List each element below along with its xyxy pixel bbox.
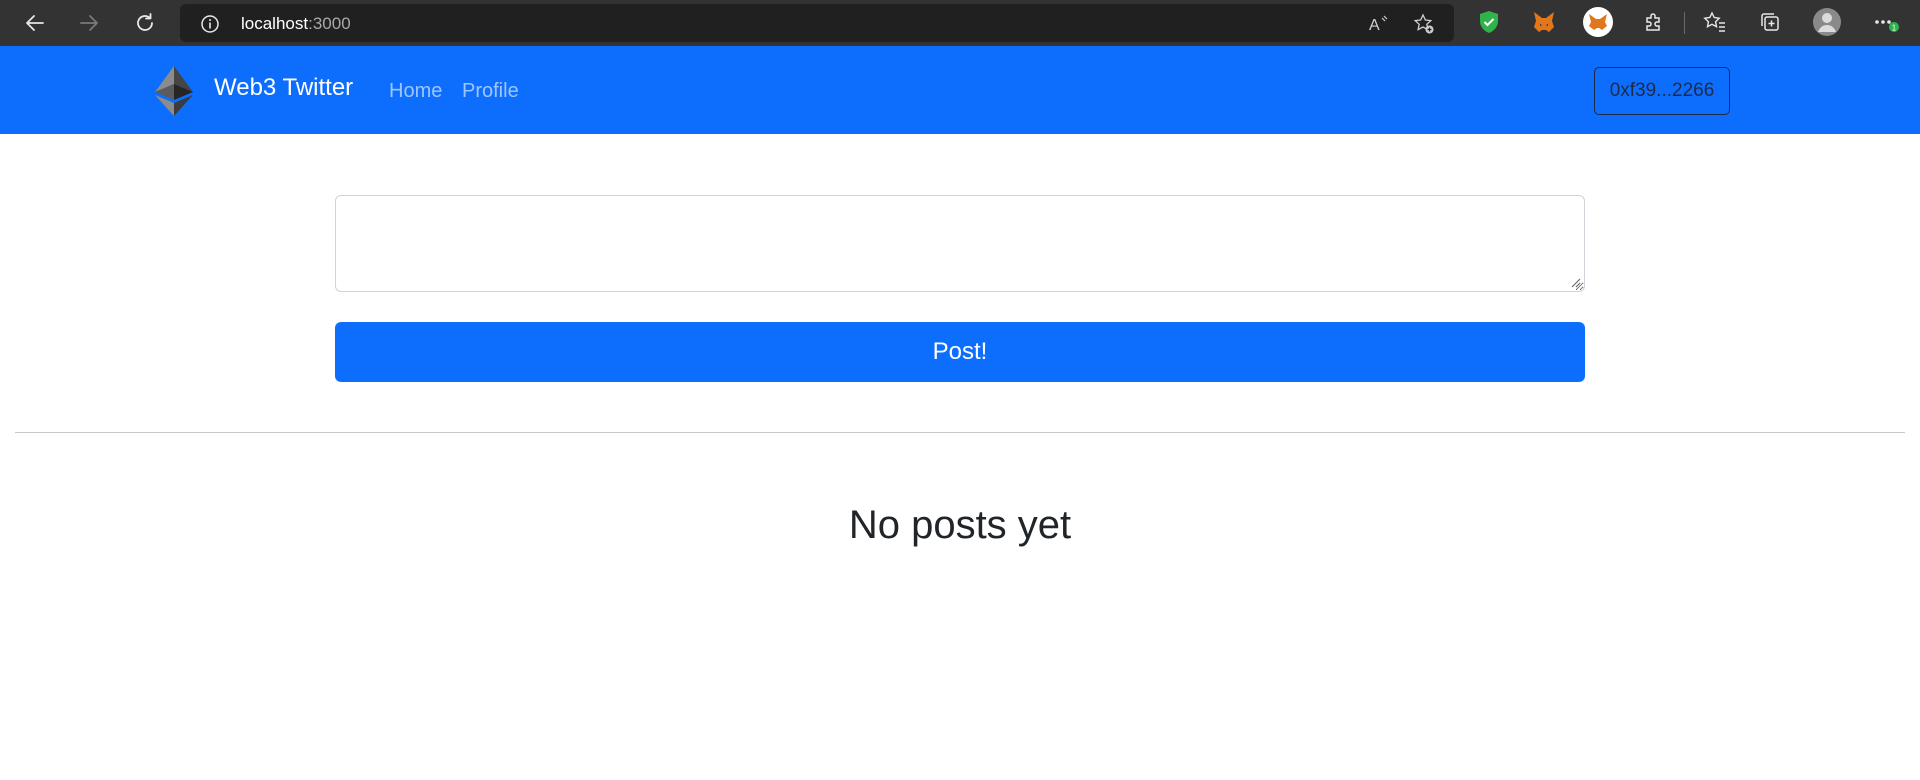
url-text[interactable]: localhost:3000 <box>241 14 351 34</box>
resize-handle-icon[interactable] <box>1569 276 1581 288</box>
url-port: :3000 <box>308 14 351 33</box>
url-host: localhost <box>241 14 309 33</box>
address-bar[interactable]: localhost:3000 A <box>180 4 1454 42</box>
post-button[interactable]: Post! <box>335 322 1585 382</box>
browser-toolbar: localhost:3000 A 1 <box>0 0 1920 46</box>
site-info-icon[interactable] <box>200 14 220 34</box>
post-textarea[interactable] <box>335 195 1585 292</box>
divider <box>15 432 1905 433</box>
update-badge: 1 <box>1892 24 1897 33</box>
profile-avatar-icon[interactable] <box>1812 7 1842 37</box>
nav-link-home[interactable]: Home <box>389 80 442 103</box>
svg-text:A: A <box>1369 17 1380 34</box>
brand-title[interactable]: Web3 Twitter <box>214 74 353 102</box>
shield-extension-icon[interactable] <box>1474 7 1504 37</box>
app-navbar: Web3 Twitter Home Profile 0xf39...2266 <box>0 46 1920 134</box>
extensions-puzzle-icon[interactable] <box>1639 7 1669 37</box>
nav-link-profile[interactable]: Profile <box>462 80 519 103</box>
refresh-icon[interactable] <box>128 6 162 40</box>
forward-arrow-icon[interactable] <box>72 6 106 40</box>
metamask-extension-icon[interactable] <box>1529 7 1559 37</box>
collections-icon[interactable] <box>1755 7 1785 37</box>
ethereum-logo-icon[interactable] <box>155 66 193 116</box>
back-arrow-icon[interactable] <box>18 6 52 40</box>
more-menu-icon[interactable]: 1 <box>1870 7 1900 37</box>
metamask-fox-extension-icon[interactable] <box>1583 7 1613 37</box>
read-aloud-icon[interactable]: A <box>1368 13 1390 35</box>
wallet-address-button[interactable]: 0xf39...2266 <box>1594 67 1730 115</box>
favorites-icon[interactable] <box>1700 7 1730 37</box>
empty-feed-message: No posts yet <box>848 503 1072 547</box>
add-favorite-icon[interactable] <box>1413 13 1435 35</box>
toolbar-separator <box>1684 12 1685 34</box>
